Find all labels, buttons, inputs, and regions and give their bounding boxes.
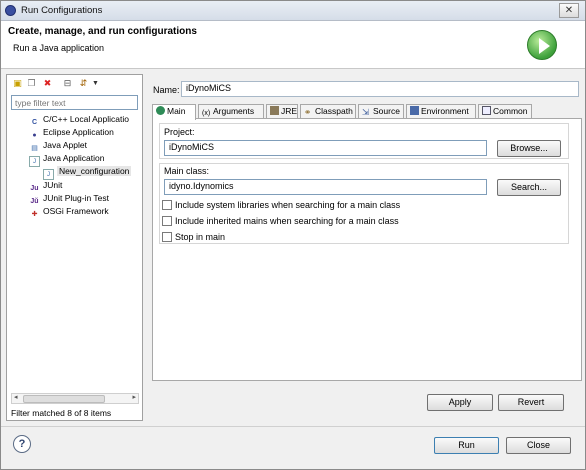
tab-environment[interactable]: Environment [406, 104, 476, 119]
main-class-field[interactable]: idyno.Idynomics [164, 179, 487, 195]
main-class-group: Main class: idyno.Idynomics Search... In… [159, 163, 569, 244]
name-label: Name: [153, 85, 180, 95]
revert-button[interactable]: Revert [498, 394, 564, 411]
apply-button[interactable]: Apply [427, 394, 493, 411]
collapse-all-icon[interactable]: ⊟ [62, 78, 73, 89]
tree-item-junit[interactable]: Ju JUnit [29, 179, 62, 192]
run-button[interactable]: Run [434, 437, 499, 454]
tree-item-new-configuration[interactable]: J New_configuration [43, 165, 132, 180]
checkbox-box[interactable] [162, 216, 172, 226]
delete-icon[interactable]: ✖ [42, 78, 53, 89]
run-icon [527, 30, 557, 60]
tab-source[interactable]: ⇲ Source [358, 104, 404, 119]
configuration-tabs: Main (x) Arguments JRE ⚭ Classpath ⇲ Source… [152, 104, 582, 120]
java-app-icon: J [29, 156, 40, 167]
environment-tab-icon [410, 106, 419, 115]
close-window-button[interactable]: ✕ [559, 3, 579, 18]
page-title: Create, manage, and run configurations [8, 26, 197, 37]
run-configurations-window: Run Configurations ✕ Create, manage, and… [0, 0, 586, 470]
scroll-right-icon[interactable]: ▸ [132, 393, 136, 401]
tab-classpath[interactable]: ⚭ Classpath [300, 104, 356, 119]
stop-in-main-checkbox[interactable]: Stop in main [162, 232, 225, 244]
tab-jre[interactable]: JRE [266, 104, 298, 119]
footer-divider [1, 426, 585, 427]
page-subtitle: Run a Java application [13, 43, 105, 53]
tree-item-junit-plugin-test[interactable]: Jŭ JUnit Plug-in Test [29, 192, 109, 205]
filter-status: Filter matched 8 of 8 items [11, 408, 112, 418]
scrollbar-thumb[interactable] [23, 395, 105, 403]
window-title: Run Configurations [21, 5, 103, 16]
configuration-list-pane: ▣ ❐ ✖ ⊟ ⇵ ▼ CC/C++ Local Applicatio ●Ecl… [6, 74, 143, 421]
include-system-libraries-checkbox[interactable]: Include system libraries when searching … [162, 200, 400, 212]
chevron-down-icon[interactable]: ▼ [90, 78, 101, 89]
common-tab-icon [482, 106, 491, 115]
header-banner: Create, manage, and run configurations R… [1, 21, 585, 69]
browse-button[interactable]: Browse... [497, 140, 561, 157]
jre-tab-icon [270, 106, 279, 115]
filter-input[interactable] [11, 95, 138, 110]
configuration-toolbar: ▣ ❐ ✖ ⊟ ⇵ ▼ [10, 77, 140, 91]
project-label: Project: [164, 127, 195, 137]
include-inherited-mains-checkbox[interactable]: Include inherited mains when searching f… [162, 216, 399, 228]
tab-main[interactable]: Main [152, 104, 196, 120]
duplicate-icon[interactable]: ❐ [26, 78, 37, 89]
main-class-label: Main class: [164, 166, 210, 176]
tree-item-c-local-application[interactable]: C C/C++ Local Applicatio [29, 113, 129, 126]
osgi-icon: ✚ [31, 211, 38, 218]
tab-common[interactable]: Common [478, 104, 532, 119]
arguments-tab-icon: (x) [202, 110, 211, 117]
help-icon[interactable]: ? [13, 435, 31, 453]
tree-item-java-applet[interactable]: ▤ Java Applet [29, 139, 87, 152]
tree-item-osgi-framework[interactable]: ✚ OSGi Framework [29, 205, 109, 218]
new-configuration-icon[interactable]: ▣ [12, 78, 23, 89]
configuration-name-field[interactable]: iDynoMiCS [181, 81, 579, 97]
classpath-tab-icon: ⚭ [304, 107, 312, 117]
title-bar: Run Configurations ✕ [1, 1, 585, 21]
project-group: Project: iDynoMiCS Browse... [159, 123, 569, 159]
tree-item-java-application[interactable]: J Java Application [29, 152, 104, 167]
main-tab-icon [156, 106, 165, 115]
checkbox-box[interactable] [162, 200, 172, 210]
close-button[interactable]: Close [506, 437, 571, 454]
scroll-left-icon[interactable]: ◂ [14, 393, 18, 401]
search-button[interactable]: Search... [497, 179, 561, 196]
horizontal-scrollbar[interactable]: ◂ ▸ [11, 393, 139, 404]
tree-item-eclipse-application[interactable]: ● Eclipse Application [29, 126, 114, 139]
tab-arguments[interactable]: (x) Arguments [198, 104, 264, 119]
main-tab-panel: Project: iDynoMiCS Browse... Main class:… [152, 118, 582, 381]
eclipse-icon [5, 5, 16, 16]
project-field[interactable]: iDynoMiCS [164, 140, 487, 156]
checkbox-box[interactable] [162, 232, 172, 242]
filter-icon[interactable]: ⇵ [78, 78, 89, 89]
source-tab-icon: ⇲ [362, 107, 370, 117]
